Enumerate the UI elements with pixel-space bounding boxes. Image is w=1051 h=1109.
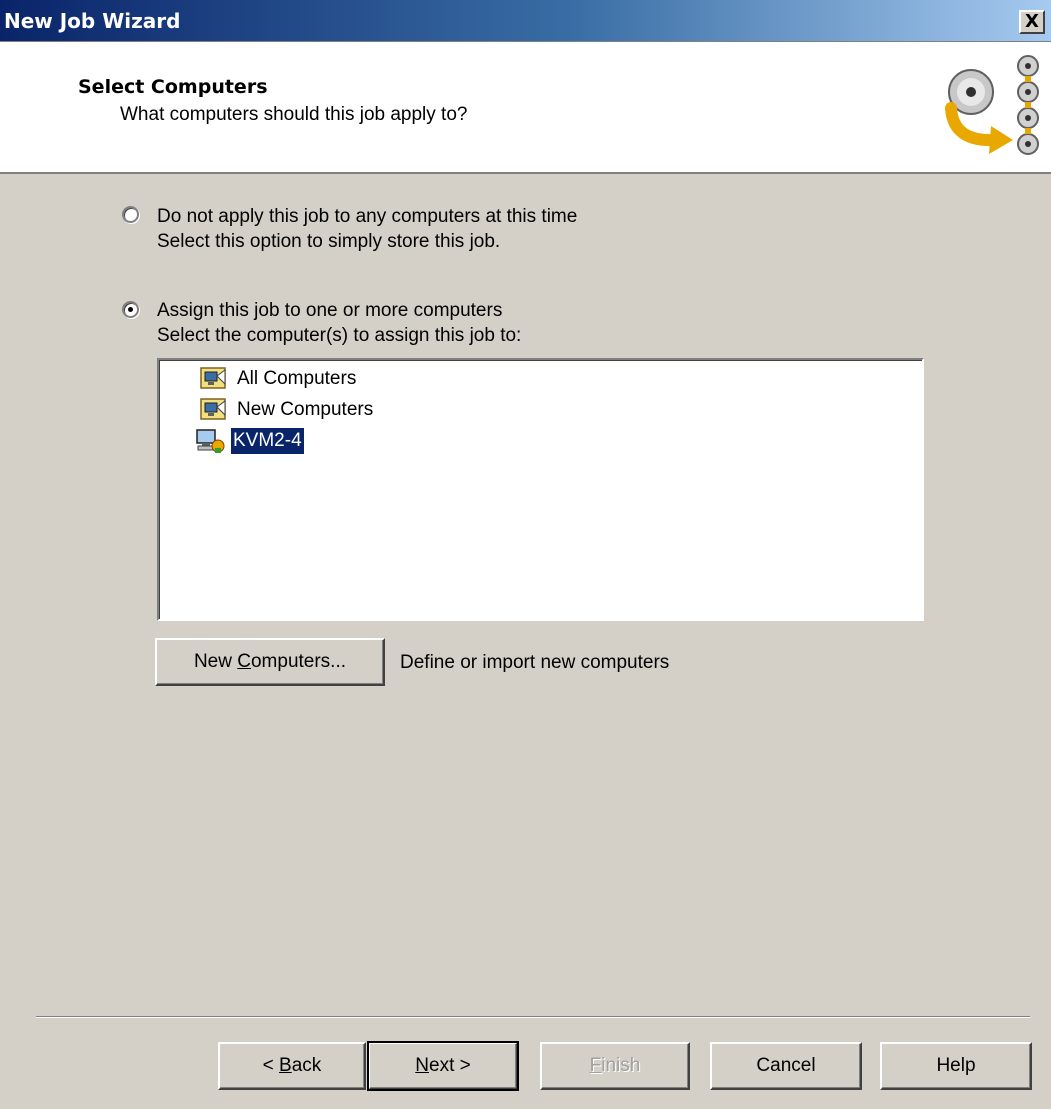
footer-separator xyxy=(36,1016,1030,1018)
computer-group-icon xyxy=(200,367,226,389)
radio-assign-computers[interactable] xyxy=(122,301,139,318)
wizard-disc-arrow-icon xyxy=(945,55,1039,155)
cancel-button[interactable]: Cancel xyxy=(710,1042,862,1090)
finish-button[interactable]: Finish xyxy=(540,1042,690,1090)
help-button-label: Help xyxy=(936,1055,976,1076)
wizard-header: Select Computers What computers should t… xyxy=(0,42,1051,174)
new-computers-description: Define or import new computers xyxy=(400,652,670,673)
help-button[interactable]: Help xyxy=(880,1042,1032,1090)
list-item-label: All Computers xyxy=(237,368,357,389)
radio-no-computers[interactable] xyxy=(122,206,139,223)
computer-icon xyxy=(196,429,225,453)
next-button-label: Next > xyxy=(415,1055,471,1076)
finish-button-label: Finish xyxy=(589,1055,641,1076)
new-computers-button[interactable]: New Computers... xyxy=(155,638,385,686)
computer-group-icon xyxy=(200,398,226,420)
list-item-kvm2-4[interactable]: KVM2-4 xyxy=(195,427,305,455)
list-item-all-computers[interactable]: All Computers xyxy=(199,365,358,393)
close-button[interactable]: X xyxy=(1019,10,1045,34)
list-item-label: KVM2-4 xyxy=(230,427,305,455)
title-bar: New Job Wizard X xyxy=(0,0,1051,42)
cancel-button-label: Cancel xyxy=(756,1055,816,1076)
window-title: New Job Wizard xyxy=(4,9,181,33)
computer-listbox[interactable]: All Computers New Computers KVM2-4 xyxy=(157,358,924,621)
option-assign-computers-description: Select the computer(s) to assign this jo… xyxy=(157,325,522,346)
option-no-computers-label[interactable]: Do not apply this job to any computers a… xyxy=(157,206,577,228)
back-button[interactable]: < Back xyxy=(218,1042,366,1090)
list-item-new-computers[interactable]: New Computers xyxy=(199,396,375,424)
option-no-computers-description: Select this option to simply store this … xyxy=(157,231,501,252)
next-button[interactable]: Next > xyxy=(367,1041,519,1091)
back-button-label: < Back xyxy=(262,1055,322,1076)
option-assign-computers-label[interactable]: Assign this job to one or more computers xyxy=(157,300,502,322)
new-computers-button-label: New Computers... xyxy=(193,651,347,672)
page-title: Select Computers xyxy=(78,76,268,98)
page-subtitle: What computers should this job apply to? xyxy=(120,104,468,125)
close-icon: X xyxy=(1025,11,1039,32)
list-item-label: New Computers xyxy=(237,399,374,420)
